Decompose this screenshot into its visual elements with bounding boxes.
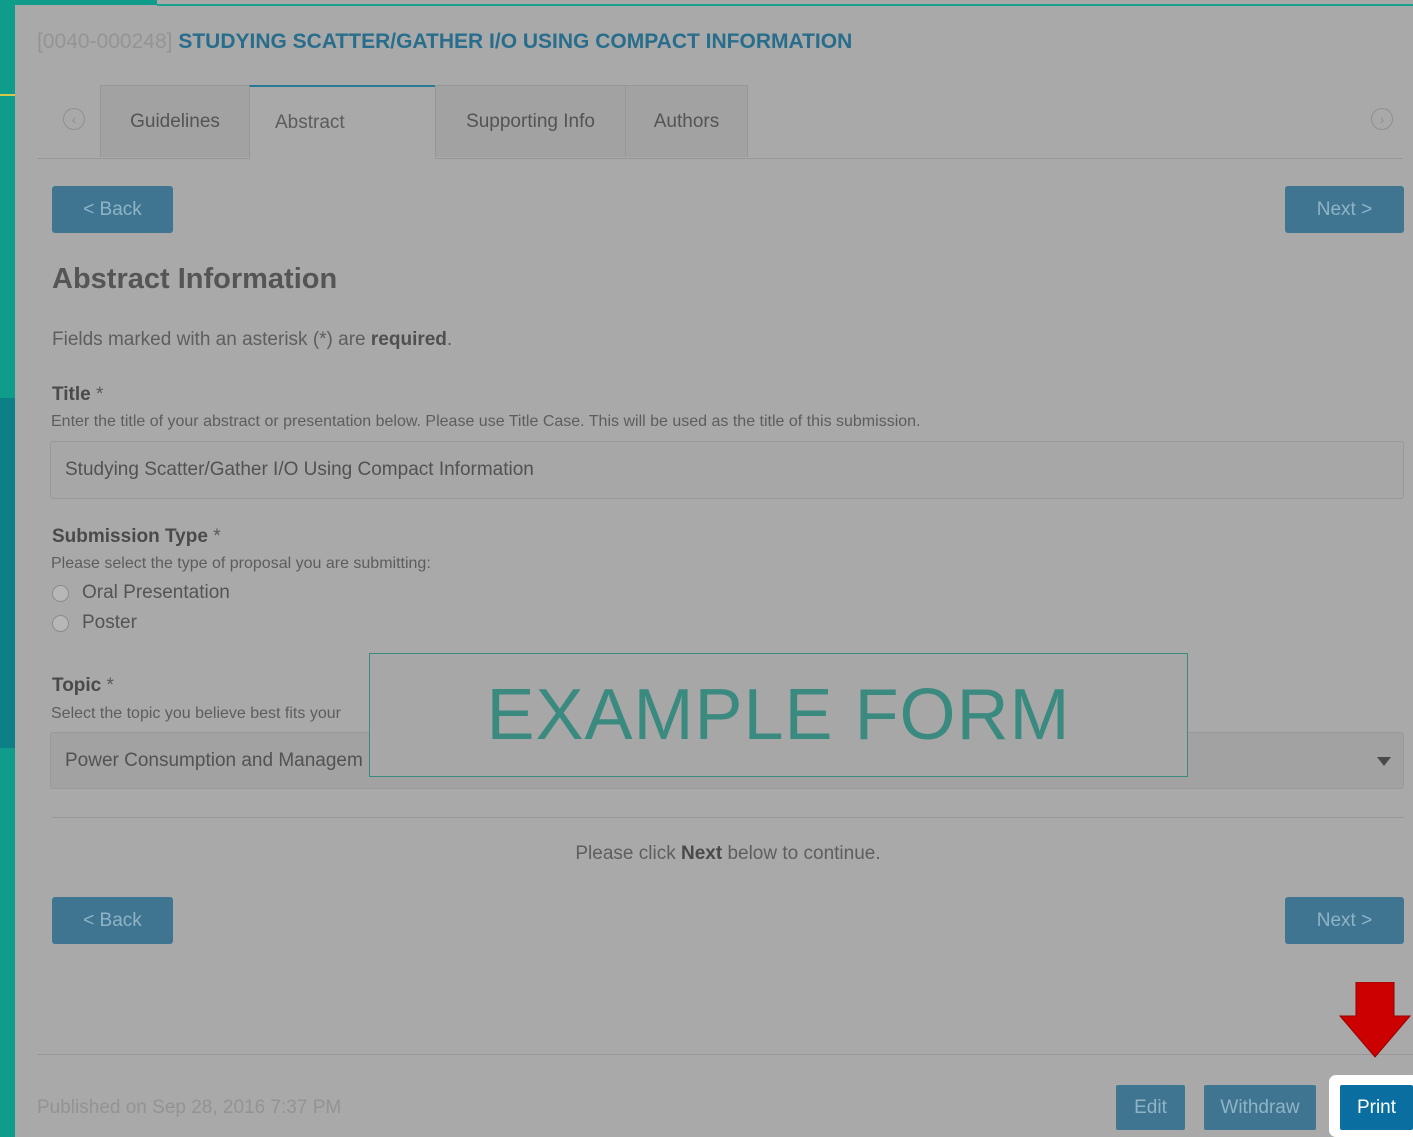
radio-button-poster[interactable]	[52, 614, 69, 632]
submission-code: [0040-000248]	[37, 30, 173, 53]
published-timestamp: Published on Sep 28, 2016 7:37 PM	[37, 1097, 342, 1118]
tab-guidelines[interactable]: Guidelines	[100, 85, 250, 157]
page-title: [0040-000248] STUDYING SCATTER/GATHER I/…	[37, 30, 852, 54]
example-form-overlay: EXAMPLE FORM	[369, 653, 1188, 777]
radio-poster[interactable]: Poster	[52, 612, 137, 634]
required-note-bold: required	[370, 329, 447, 350]
next-button-bottom[interactable]: Next >	[1285, 897, 1404, 944]
submission-type-label: Submission Type *	[52, 526, 221, 548]
topic-label-text: Topic	[52, 675, 102, 696]
withdraw-button[interactable]: Withdraw	[1204, 1085, 1316, 1130]
required-note-suffix: .	[446, 329, 453, 350]
section-heading: Abstract Information	[52, 263, 338, 295]
required-note: Fields marked with an asterisk (*) are r…	[52, 329, 452, 351]
title-help-text: Enter the title of your abstract or pres…	[51, 413, 921, 430]
topic-label: Topic *	[52, 675, 114, 697]
submission-type-required-asterisk: *	[213, 526, 221, 547]
submission-type-help-text: Please select the type of proposal you a…	[51, 555, 431, 572]
next-button-top[interactable]: Next >	[1285, 186, 1404, 233]
footer-divider	[37, 1054, 1413, 1055]
caret-down-icon	[1377, 757, 1391, 766]
divider	[52, 817, 1404, 818]
example-form-text: EXAMPLE FORM	[486, 675, 1071, 755]
continue-suffix: below to continue.	[722, 843, 881, 864]
left-side-marker	[0, 94, 15, 96]
radio-label-oral: Oral Presentation	[82, 582, 230, 603]
continue-bold: Next	[680, 843, 723, 864]
radio-button-oral[interactable]	[52, 584, 69, 602]
back-button-top[interactable]: < Back	[52, 186, 173, 233]
title-input[interactable]: Studying Scatter/Gather I/O Using Compac…	[50, 441, 1404, 499]
tab-abstract[interactable]: Abstract	[249, 85, 436, 159]
top-accent-bar	[0, 0, 157, 5]
required-note-prefix: Fields marked with an asterisk (*) are	[52, 329, 371, 350]
tab-bar: Guidelines Abstract Supporting Info Auth…	[37, 84, 1403, 159]
topic-selected-value: Power Consumption and Managem	[65, 749, 363, 771]
title-label: Title *	[52, 384, 103, 406]
tab-supporting-info[interactable]: Supporting Info	[435, 85, 626, 157]
submission-type-label-text: Submission Type	[52, 526, 208, 547]
topic-help-text: Select the topic you believe best fits y…	[51, 705, 341, 722]
arrow-down-icon	[1338, 982, 1412, 1058]
tab-authors[interactable]: Authors	[625, 85, 748, 157]
radio-oral-presentation[interactable]: Oral Presentation	[52, 582, 230, 604]
title-required-asterisk: *	[96, 384, 104, 405]
topic-required-asterisk: *	[106, 675, 114, 696]
back-button-bottom[interactable]: < Back	[52, 897, 173, 944]
title-label-text: Title	[52, 384, 91, 405]
radio-label-poster: Poster	[82, 612, 137, 633]
print-button[interactable]: Print	[1340, 1085, 1413, 1130]
submission-title: STUDYING SCATTER/GATHER I/O USING COMPAC…	[178, 30, 853, 53]
top-border-line	[157, 4, 1413, 6]
left-side-strip-dark	[0, 398, 15, 748]
continue-prefix: Please click	[575, 843, 681, 864]
continue-note: Please click Next below to continue.	[0, 843, 1413, 865]
edit-button[interactable]: Edit	[1116, 1085, 1185, 1130]
